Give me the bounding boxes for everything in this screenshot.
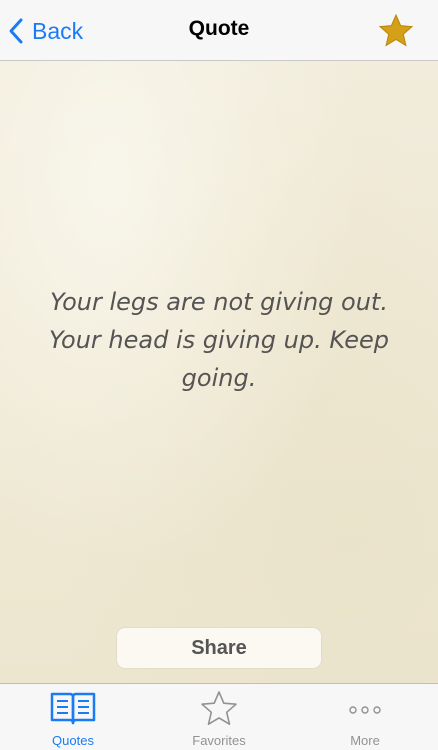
back-button[interactable]: Back — [8, 14, 83, 48]
back-label: Back — [32, 17, 84, 44]
tab-quotes[interactable]: Quotes — [0, 684, 146, 750]
chevron-left-icon — [9, 18, 23, 44]
tab-more[interactable]: More — [292, 684, 438, 750]
tab-label-more: More — [350, 733, 380, 748]
more-dots-icon — [349, 706, 381, 714]
star-filled-icon[interactable] — [378, 13, 414, 49]
tab-label-quotes: Quotes — [52, 733, 94, 748]
navigation-bar: Back Quote — [0, 0, 438, 61]
tab-label-favorites: Favorites — [192, 733, 246, 748]
quote-content-area: Your legs are not giving out. Your head … — [0, 61, 438, 683]
book-icon — [50, 692, 96, 725]
tab-favorites[interactable]: Favorites — [146, 684, 292, 750]
quote-text: Your legs are not giving out. Your head … — [49, 288, 389, 392]
star-outline-icon — [201, 691, 237, 725]
quote-screen: Back Quote Your legs are not giving out.… — [0, 0, 438, 750]
share-button[interactable]: Share — [117, 628, 321, 668]
tab-bar: Quotes Favorites More — [0, 683, 438, 750]
